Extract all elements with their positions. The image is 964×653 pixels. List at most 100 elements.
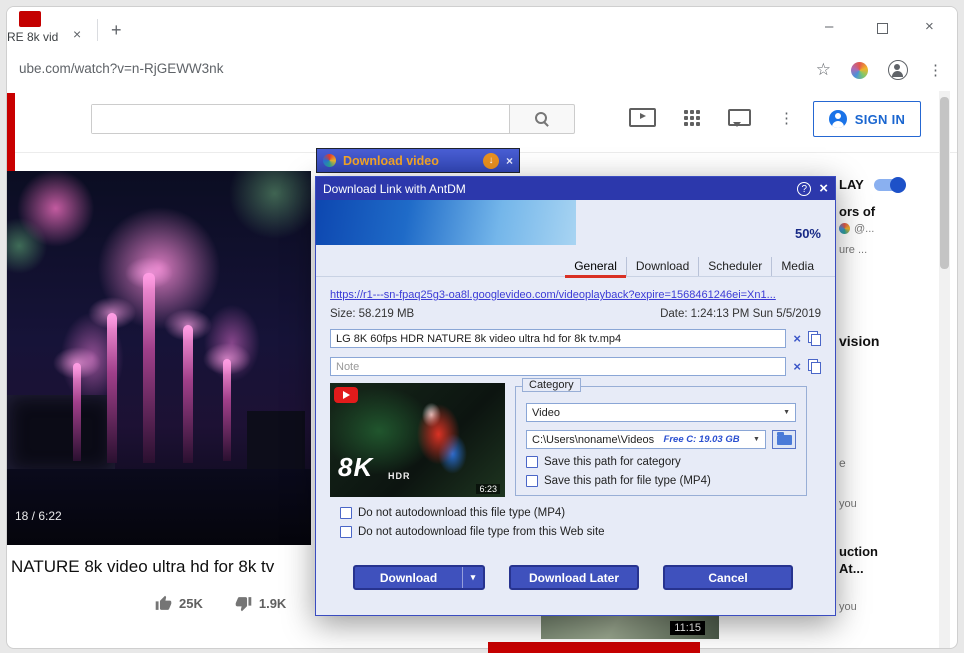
search-button[interactable] (509, 104, 575, 134)
tab-title: RE 8k vid (7, 30, 59, 44)
save-path-filetype-checkbox[interactable] (526, 475, 538, 487)
no-autodownload-type-checkbox[interactable] (340, 507, 352, 519)
download-progress-bar: 50% (316, 200, 835, 245)
dialog-close-icon[interactable]: × (819, 181, 828, 196)
save-path-category-row: Save this path for category (526, 456, 796, 468)
save-path-select[interactable]: C:\Users\noname\Videos Free C: 19.03 GB … (526, 430, 766, 449)
filename-input[interactable] (330, 329, 787, 348)
tab-bar: RE 8k vid × + – × (7, 7, 957, 49)
messages-icon[interactable] (728, 109, 751, 127)
browser-tab[interactable]: RE 8k vid × (7, 7, 99, 49)
video-preview-thumbnail: 8K HDR 6:23 (330, 383, 505, 497)
new-tab-button[interactable]: + (111, 20, 122, 41)
note-input[interactable] (330, 357, 787, 376)
file-meta-row: Size: 58.219 MB Date: 1:24:13 PM Sun 5/5/2… (330, 308, 821, 320)
profile-icon[interactable] (888, 60, 908, 80)
dislike-button[interactable]: 1.9K (235, 595, 286, 612)
file-size: Size: 58.219 MB (330, 308, 415, 320)
tab-close-icon[interactable]: × (73, 27, 81, 41)
tab-scheduler[interactable]: Scheduler (698, 257, 771, 276)
sidebar-text-fragment: uction (839, 544, 878, 559)
dislike-count: 1.9K (258, 596, 287, 611)
thumb-8k-text: 8K (338, 452, 374, 482)
related-duration-badge: 11:15 (670, 621, 705, 635)
person-icon (828, 110, 847, 128)
clear-note-icon[interactable]: × (793, 360, 801, 373)
copy-note-icon[interactable] (808, 359, 821, 374)
youtube-header: ⋮ SIGN IN (7, 90, 957, 153)
checkbox-label: Do not autodownload file type from this … (358, 526, 605, 538)
download-later-button[interactable]: Download Later (509, 565, 639, 590)
download-circle-icon[interactable]: ↓ (482, 152, 499, 169)
category-select[interactable]: Video ▼ (526, 403, 796, 422)
download-video-badge[interactable]: Download video ↓ × (316, 148, 520, 173)
progress-fill (316, 200, 576, 245)
copy-filename-icon[interactable] (808, 331, 821, 346)
path-row: C:\Users\noname\Videos Free C: 19.03 GB … (526, 430, 796, 449)
minimize-button[interactable]: – (825, 19, 833, 35)
sign-in-button[interactable]: SIGN IN (813, 101, 921, 137)
supertree (183, 325, 193, 463)
cancel-button[interactable]: Cancel (663, 565, 793, 590)
checkbox-label: Do not autodownload this file type (MP4) (358, 507, 566, 519)
file-date: Date: 1:24:13 PM Sun 5/5/2019 (660, 308, 821, 320)
category-groupbox: Category Video ▼ C:\Users\noname\Videos … (515, 378, 807, 496)
antdm-dialog: Download Link with AntDM ? × 50% General… (315, 176, 836, 616)
save-path-category-checkbox[interactable] (526, 456, 538, 468)
window-close-button[interactable]: × (925, 19, 934, 35)
search-icon (534, 111, 550, 127)
supertree (143, 273, 155, 463)
dialog-tabs: General Download Scheduler Media (316, 257, 835, 278)
clear-filename-icon[interactable]: × (793, 332, 801, 345)
browse-folder-button[interactable] (772, 430, 796, 449)
dialog-titlebar[interactable]: Download Link with AntDM ? × (316, 177, 835, 200)
apps-grid-icon[interactable] (684, 109, 700, 126)
dialog-title: Download Link with AntDM (323, 181, 466, 196)
create-video-icon[interactable] (629, 108, 656, 127)
checkbox-label: Save this path for file type (MP4) (544, 475, 711, 487)
search-box (91, 104, 510, 134)
video-player[interactable]: 18 / 6:22 (7, 171, 311, 545)
sign-in-label: SIGN IN (854, 111, 906, 127)
maximize-button[interactable] (877, 23, 888, 34)
thumb-down-icon (235, 597, 252, 612)
extension-icon[interactable] (851, 61, 868, 79)
antdm-parrot-icon (323, 154, 336, 167)
thumb-hdr-text: HDR (388, 471, 411, 481)
bookmark-star-icon[interactable]: ☆ (816, 60, 831, 80)
supertree (73, 363, 81, 461)
sidebar-text-fragment: e (839, 456, 846, 470)
thumb-duration: 6:23 (476, 484, 500, 494)
progress-percent: 50% (794, 226, 821, 241)
thumb-up-icon (155, 595, 172, 610)
youtube-favicon-icon (19, 11, 41, 27)
more-options-icon[interactable]: ⋮ (779, 109, 794, 127)
autoplay-toggle[interactable] (873, 176, 906, 193)
help-icon[interactable]: ? (797, 181, 812, 196)
like-button[interactable]: 25K (155, 595, 203, 612)
no-autodownload-site-checkbox[interactable] (340, 526, 352, 538)
badge-close-icon[interactable]: × (506, 154, 513, 168)
folder-icon (776, 431, 792, 445)
scrollbar-thumb[interactable] (940, 97, 949, 269)
autoplay-label: LAY (839, 177, 864, 192)
supertree (223, 359, 231, 461)
tab-media[interactable]: Media (771, 257, 823, 276)
water-reflection (7, 469, 311, 545)
browser-menu-icon[interactable]: ⋮ (928, 61, 943, 79)
search-input[interactable] (92, 105, 510, 133)
url-text[interactable]: ube.com/watch?v=n-RjGEWW3nk (19, 61, 223, 76)
category-label: Category (522, 378, 581, 392)
tab-general[interactable]: General (565, 257, 626, 278)
tab-download[interactable]: Download (625, 257, 698, 276)
like-count: 25K (179, 596, 203, 611)
page-scrollbar[interactable] (939, 91, 950, 648)
video-title: NATURE 8k video ultra hd for 8k tv (11, 557, 275, 576)
sidebar-text-fragment: you (839, 498, 857, 510)
download-button-label: Download (379, 570, 438, 585)
download-options-caret[interactable]: ▾ (462, 567, 483, 588)
no-autodownload-site-row: Do not autodownload file type from this … (340, 526, 605, 538)
download-url-link[interactable]: https://r1---sn-fpaq25g3-oa8l.googlevide… (330, 289, 821, 301)
address-bar: ube.com/watch?v=n-RjGEWW3nk ☆ ⋮ (7, 49, 957, 91)
download-button[interactable]: Download ▾ (353, 565, 485, 590)
